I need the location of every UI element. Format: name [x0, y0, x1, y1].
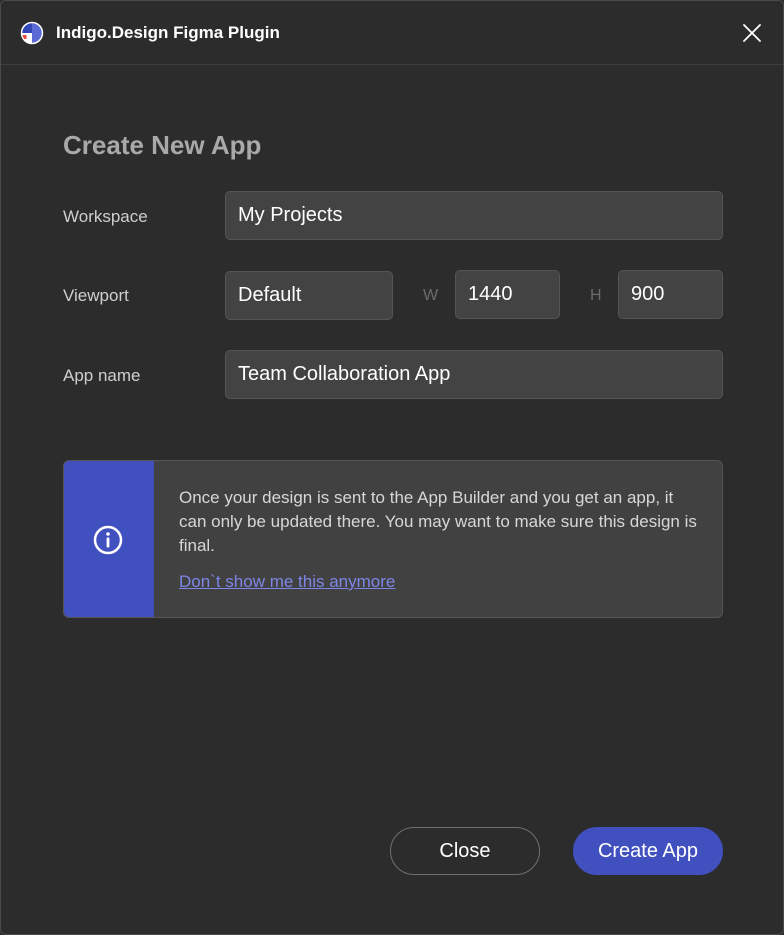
dont-show-again-link[interactable]: Don`t show me this anymore [179, 571, 395, 593]
workspace-label: Workspace [63, 207, 148, 226]
indigo-design-logo-icon [20, 21, 44, 45]
create-app-button[interactable]: Create App [573, 827, 723, 875]
close-button[interactable]: Close [390, 827, 540, 875]
height-input[interactable]: 900 [618, 270, 723, 319]
close-icon[interactable] [740, 21, 764, 45]
page-title: Create New App [63, 130, 262, 160]
info-message: Once your design is sent to the App Buil… [179, 488, 697, 555]
height-label: H [590, 287, 602, 304]
workspace-select[interactable]: My Projects [225, 191, 723, 240]
viewport-label: Viewport [63, 286, 129, 305]
info-notice: Once your design is sent to the App Buil… [63, 460, 723, 618]
width-input[interactable]: 1440 [455, 270, 560, 319]
app-name-label: App name [63, 366, 141, 385]
app-name-input[interactable]: Team Collaboration App [225, 350, 723, 399]
title-bar: Indigo.Design Figma Plugin [1, 1, 783, 65]
window-title: Indigo.Design Figma Plugin [56, 23, 280, 42]
width-label: W [423, 287, 439, 304]
viewport-preset-select[interactable]: Default [225, 271, 393, 320]
info-accent-bar [64, 461, 154, 617]
info-icon [93, 525, 123, 555]
plugin-dialog: Indigo.Design Figma Plugin Create New Ap… [0, 0, 784, 935]
